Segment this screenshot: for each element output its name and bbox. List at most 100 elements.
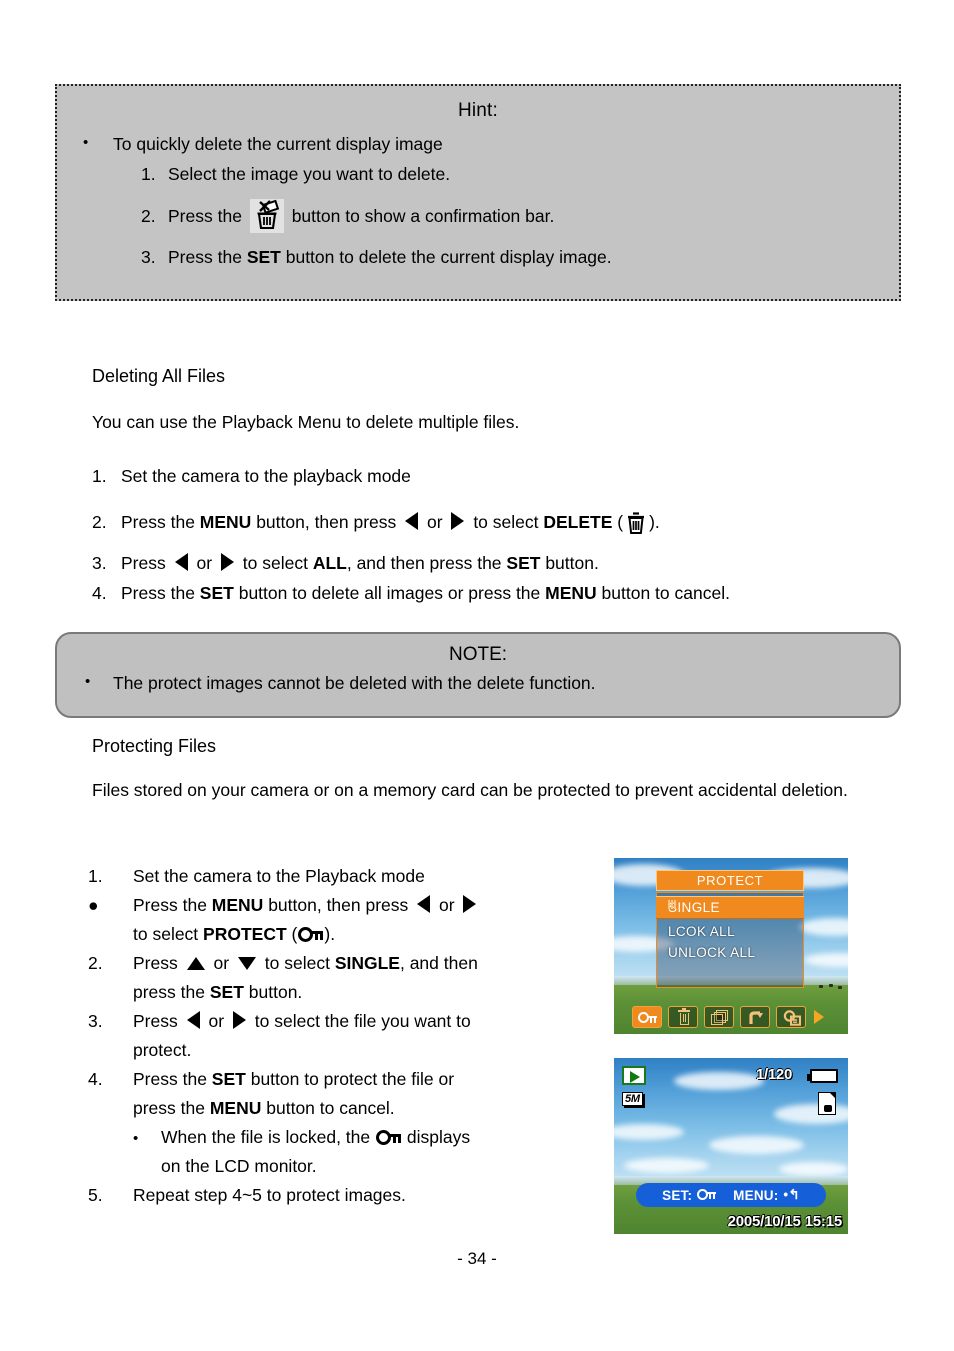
delete-step-4-t2: button to delete all images or press the: [233, 583, 546, 603]
playback-menu-toolbar: [632, 1006, 824, 1028]
hint-step-2: 2. Press the button to show a confirmati…: [141, 199, 881, 233]
protect-bullet-t2: button, then press: [263, 895, 414, 915]
trash-can-icon: [624, 509, 648, 535]
protect-step-4-t4: button to cancel.: [261, 1098, 395, 1118]
protect-bullet-t7: ).: [324, 924, 336, 944]
protecting-files-steps: 1. Set the camera to the Playback mode ●…: [88, 862, 558, 1210]
arrow-right-icon: [463, 895, 477, 913]
delete-step-3: 3. Press or to select ALL, and then pres…: [92, 553, 882, 574]
protect-step-3-t2: or: [203, 1011, 229, 1031]
protect-step-1-number: 1.: [88, 866, 103, 886]
arrow-up-icon: [186, 957, 205, 970]
hint-step-1-number: 1.: [141, 164, 156, 184]
protect-menu-title: PROTECT: [656, 870, 804, 891]
lock-key-icon: [376, 1129, 401, 1146]
hint-step-2-number: 2.: [141, 206, 156, 226]
protect-step-2-t1: Press: [133, 953, 183, 973]
deleting-all-files-intro: You can use the Playback Menu to delete …: [92, 412, 520, 432]
menu-label: MENU:: [733, 1187, 779, 1203]
delete-step-3-number: 3.: [92, 553, 107, 573]
note-title: NOTE:: [448, 644, 508, 665]
bullet-dot: •: [85, 673, 91, 690]
protect-bullet-t6: (: [286, 924, 298, 944]
hint-step-3-text-post: button to delete the current display ima…: [285, 247, 612, 267]
return-arrow-icon: •↰: [783, 1187, 800, 1202]
protect-step-3-number: 3.: [88, 1011, 103, 1031]
delete-step-4-number: 4.: [92, 583, 107, 603]
protect-step-3-t4: protect.: [133, 1040, 192, 1060]
shot-counter: 1/120: [755, 1066, 792, 1083]
hint-step-list: 1. Select the image you want to delete. …: [141, 164, 881, 268]
set-label: SET:: [662, 1187, 693, 1203]
protect-step-2-t2: or: [208, 953, 234, 973]
set-keyword: SET: [506, 553, 541, 573]
delete-trash-icon[interactable]: [668, 1006, 698, 1028]
arrow-left-icon: [405, 512, 419, 530]
protect-lock-icon[interactable]: [632, 1006, 662, 1028]
hint-bullet-text: To quickly delete the current display im…: [113, 134, 443, 154]
protect-menu-panel: SINGLE LCOK ALL UNLOCK ALL: [656, 892, 804, 988]
protect-step-bullet-marker: ●: [88, 895, 99, 915]
lcd-screenshot-playback-view: 5M 1/120 SET: MENU: •↰ 2005/10/15 15:15: [614, 1058, 848, 1234]
protect-step-5-text: Repeat step 4~5 to protect images.: [133, 1185, 406, 1205]
delete-step-2-number: 2.: [92, 512, 107, 532]
delete-step-3-t3: to select: [237, 553, 313, 573]
rotate-icon[interactable]: [740, 1006, 770, 1028]
protect-step-3: 3. Press or to select the file you want …: [88, 1007, 558, 1065]
delete-step-1-text: Set the camera to the playback mode: [121, 466, 411, 486]
delete-step-2: 2. Press the MENU button, then press or …: [92, 509, 882, 535]
protecting-files-heading: Protecting Files: [92, 736, 217, 756]
hint-step-1: 1. Select the image you want to delete.: [141, 164, 881, 185]
copy-to-card-icon[interactable]: [776, 1006, 806, 1028]
arrow-left-icon: [417, 895, 431, 913]
protect-sub-bullet: • When the file is locked, the displays …: [133, 1123, 558, 1181]
delete-step-4: 4. Press the SET button to delete all im…: [92, 583, 882, 604]
hint-step-3: 3. Press the SET button to delete the cu…: [141, 247, 881, 268]
note-callout-box: NOTE: • The protect images cannot be del…: [55, 632, 901, 718]
protecting-files-intro: Files stored on your camera or on a memo…: [92, 780, 848, 800]
arrow-down-icon: [237, 957, 256, 970]
delete-step-2-t2: button, then press: [251, 512, 402, 532]
arrow-right-icon: [451, 512, 465, 530]
arrow-left-icon: [174, 553, 188, 571]
protect-step-4-t1: Press the: [133, 1069, 212, 1089]
protect-keyword: PROTECT: [203, 924, 287, 944]
delete-step-2-t5: (: [612, 512, 624, 532]
arrow-right-icon: [232, 1011, 246, 1029]
delete-step-2-t3: or: [422, 512, 448, 532]
protect-sub-t3: on the LCD monitor.: [161, 1156, 317, 1176]
delete-step-1-number: 1.: [92, 466, 107, 486]
protect-menu-option-unlock-all[interactable]: UNLOCK ALL: [668, 945, 755, 960]
set-menu-hint-bar: SET: MENU: •↰: [636, 1183, 826, 1207]
protect-step-5-number: 5.: [88, 1185, 103, 1205]
slideshow-icon[interactable]: [704, 1006, 734, 1028]
chevron-right-icon[interactable]: [814, 1010, 824, 1024]
hint-step-2-text-post: button to show a confirmation bar.: [291, 206, 555, 226]
protect-step-1-text: Set the camera to the Playback mode: [133, 866, 425, 886]
protect-menu-option-lock-all[interactable]: LCOK ALL: [668, 924, 735, 939]
hint-step-3-number: 3.: [141, 247, 156, 267]
arrow-left-icon: [186, 1011, 200, 1029]
delete-step-2-t6: ).: [649, 512, 660, 532]
protect-step-2-t6: button.: [243, 982, 303, 1002]
note-bullet-item: • The protect images cannot be deleted w…: [85, 673, 881, 694]
protect-sub-t2: displays: [402, 1127, 471, 1147]
deleting-all-files-steps: 1. Set the camera to the playback mode 2…: [92, 466, 882, 613]
menu-keyword: MENU: [211, 895, 264, 915]
bullet-dot: •: [133, 1130, 139, 1147]
lock-key-icon: [298, 926, 324, 943]
memory-card-icon: [818, 1092, 836, 1115]
set-keyword: SET: [209, 982, 244, 1002]
delete-step-3-t5: button.: [540, 553, 599, 573]
protect-step-4-number: 4.: [88, 1069, 103, 1089]
protect-menu-option-single[interactable]: SINGLE: [656, 896, 804, 919]
delete-step-3-t2: or: [191, 553, 217, 573]
protect-step-4-t3: press the: [133, 1098, 210, 1118]
hint-step-3-text-pre: Press the: [168, 247, 242, 267]
protect-bullet-t5: to select: [133, 924, 204, 944]
protect-step-bullet: ● Press the MENU button, then press or t…: [88, 891, 558, 949]
protect-step-2: 2. Press or to select SINGLE, and then p…: [88, 949, 558, 1007]
set-button-keyword: SET: [246, 247, 281, 267]
delete-step-1: 1. Set the camera to the playback mode: [92, 466, 882, 487]
protect-step-4: 4. Press the SET button to protect the f…: [88, 1065, 558, 1123]
